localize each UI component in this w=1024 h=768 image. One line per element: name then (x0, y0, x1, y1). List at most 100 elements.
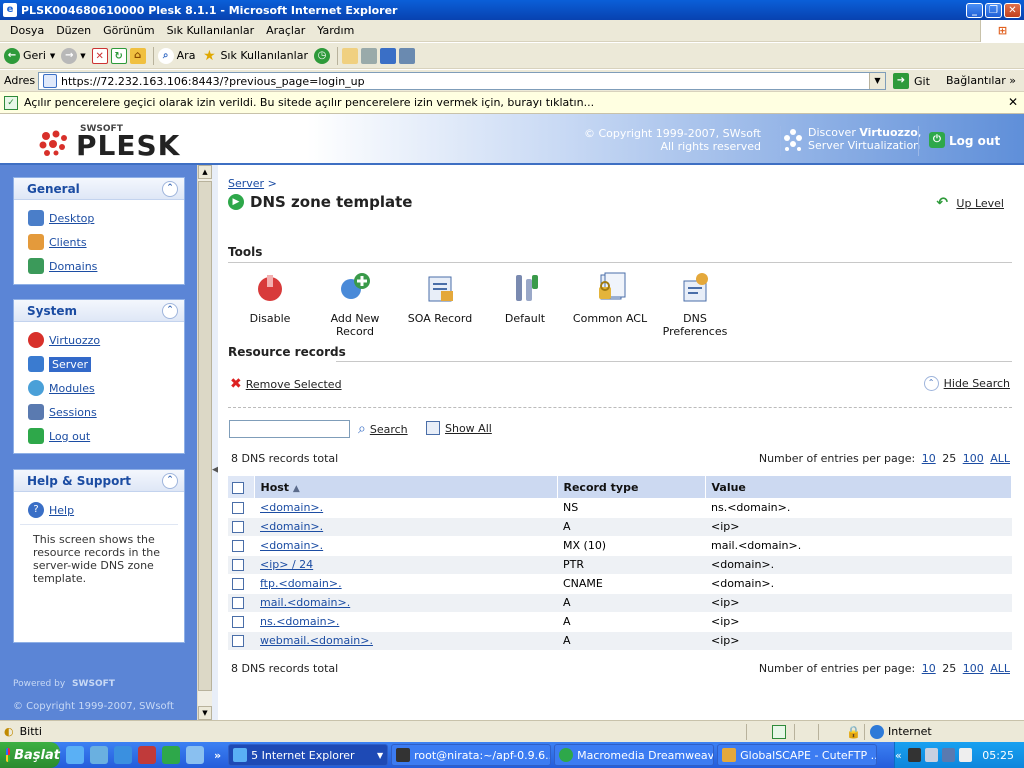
header-logout-button[interactable]: ⏻ Log out (918, 126, 1000, 156)
ql-app-icon[interactable] (90, 746, 108, 764)
tool-default[interactable]: Default (483, 271, 567, 325)
tray-app-icon[interactable] (907, 748, 921, 762)
forward-button[interactable]: → ▼ (61, 47, 86, 64)
address-input[interactable]: https://72.232.163.106:8443/?previous_pa… (38, 72, 886, 90)
history-icon[interactable]: ◷ (313, 47, 330, 64)
per-page-100[interactable]: 100 (963, 452, 984, 465)
sidebar-item-logout[interactable]: Log out (28, 424, 184, 448)
plesk-logo[interactable]: SWSOFT PLESK (38, 124, 180, 160)
ql-app-icon[interactable] (186, 746, 204, 764)
row-checkbox[interactable] (232, 521, 244, 533)
column-value[interactable]: Value (705, 476, 1012, 498)
host-link[interactable]: webmail.<domain>. (260, 634, 373, 647)
tray-app-icon[interactable] (959, 748, 973, 762)
ql-app-icon[interactable] (162, 746, 180, 764)
sidebar-item-label[interactable]: Modules (49, 382, 95, 395)
tool-soa-record[interactable]: SOA Record (398, 271, 482, 325)
refresh-icon[interactable]: ↻ (110, 47, 127, 64)
go-button[interactable]: ➜ Git (893, 73, 930, 89)
breadcrumb-server-link[interactable]: Server (228, 177, 264, 190)
stop-icon[interactable]: ✕ (91, 47, 108, 64)
task-cuteftp[interactable]: GlobalSCAPE - CuteFTP ... (717, 744, 878, 766)
per-page-100[interactable]: 100 (963, 662, 984, 675)
host-link[interactable]: ftp.<domain>. (260, 577, 342, 590)
host-link[interactable]: <ip> / 24 (260, 558, 313, 571)
menu-favorites[interactable]: Sık Kullanılanlar (161, 24, 261, 37)
sidebar-item-label[interactable]: Clients (49, 236, 87, 249)
show-all-label[interactable]: Show All (445, 422, 492, 435)
up-level-label[interactable]: Up Level (956, 197, 1004, 210)
popup-info-bar[interactable]: ✓ Açılır pencerelere geçici olarak izin … (0, 92, 1024, 114)
column-record-type[interactable]: Record type (557, 476, 706, 498)
sidebar-scrollbar[interactable]: ▲ ▼ (197, 165, 212, 720)
select-all-checkbox[interactable] (232, 481, 244, 494)
start-button[interactable]: Başlat (0, 742, 60, 768)
tool-dns-preferences[interactable]: DNS Preferences (653, 271, 737, 338)
forward-dropdown-icon[interactable]: ▼ (80, 52, 85, 60)
ql-app-icon[interactable] (66, 746, 84, 764)
row-checkbox[interactable] (232, 501, 244, 514)
column-host[interactable]: Host ▲ (254, 476, 558, 498)
sidebar-item-virtuozzo[interactable]: Virtuozzo (28, 328, 184, 352)
sidebar-item-sessions[interactable]: Sessions (28, 400, 184, 424)
row-checkbox[interactable] (232, 540, 244, 552)
home-icon[interactable]: ⌂ (129, 47, 146, 64)
sidebar-item-domains[interactable]: Domains (28, 254, 184, 278)
links-button[interactable]: Bağlantılar » (946, 74, 1016, 87)
search-input[interactable] (229, 420, 350, 438)
maximize-button[interactable]: ❐ (985, 2, 1002, 18)
sidebar-item-modules[interactable]: Modules (28, 376, 184, 400)
host-link[interactable]: mail.<domain>. (260, 596, 350, 609)
remove-selected-button[interactable]: ✖ Remove Selected (230, 376, 342, 392)
row-checkbox[interactable] (232, 597, 244, 609)
sidebar-item-clients[interactable]: Clients (28, 230, 184, 254)
per-page-10[interactable]: 10 (922, 452, 936, 465)
hide-search-label[interactable]: Hide Search (944, 377, 1010, 390)
tool-common-acl[interactable]: Common ACL (568, 271, 652, 325)
sidebar-item-label[interactable]: Sessions (49, 406, 97, 419)
sidebar-item-server[interactable]: Server (28, 352, 184, 376)
print-icon[interactable] (360, 47, 377, 64)
menu-help[interactable]: Yardım (311, 24, 360, 37)
row-checkbox[interactable] (232, 616, 244, 628)
per-page-10[interactable]: 10 (922, 662, 936, 675)
task-internet-explorer[interactable]: 5 Internet Explorer ▼ (228, 744, 389, 766)
sidebar-item-label[interactable]: Log out (49, 430, 90, 443)
infobar-close-icon[interactable]: ✕ (1008, 95, 1018, 109)
back-dropdown-icon[interactable]: ▼ (50, 52, 55, 60)
sidebar-item-label[interactable]: Server (49, 356, 92, 372)
remove-selected-label[interactable]: Remove Selected (246, 378, 342, 391)
search-button[interactable]: ⌕ Search (358, 421, 408, 437)
mail-icon[interactable] (341, 47, 358, 64)
scroll-up-icon[interactable]: ▲ (198, 165, 212, 179)
row-checkbox[interactable] (232, 578, 244, 590)
collapse-icon[interactable]: ⌃ (162, 303, 178, 319)
discover-virtuozzo-link[interactable]: Discover Virtuozzo, Server Virtualizatio… (780, 126, 921, 156)
host-link[interactable]: ns.<domain>. (260, 615, 339, 628)
per-page-all[interactable]: ALL (990, 662, 1010, 675)
clock[interactable]: 05:25 (982, 749, 1014, 762)
collapse-icon[interactable]: ⌃ (162, 473, 178, 489)
tray-app-icon[interactable] (942, 748, 956, 762)
edit-icon[interactable] (379, 47, 396, 64)
minimize-button[interactable]: _ (966, 2, 983, 18)
favorites-button[interactable]: ★ Sık Kullanılanlar (201, 47, 308, 64)
quick-launch-more-icon[interactable]: » (214, 749, 221, 762)
task-terminal[interactable]: root@nirata:~/apf-0.9.6... (391, 744, 552, 766)
host-link[interactable]: <domain>. (260, 520, 323, 533)
sidebar-item-desktop[interactable]: Desktop (28, 206, 184, 230)
messenger-icon[interactable] (398, 47, 415, 64)
search-button[interactable]: ⌕ Ara (157, 47, 195, 64)
menu-file[interactable]: Dosya (4, 24, 50, 37)
collapse-icon[interactable]: ⌃ (162, 181, 178, 197)
tool-add-new-record[interactable]: Add New Record (313, 271, 397, 338)
menu-view[interactable]: Görünüm (97, 24, 160, 37)
close-button[interactable]: ✕ (1004, 2, 1021, 18)
task-dreamweaver[interactable]: Macromedia Dreamweav... (554, 744, 715, 766)
menu-tools[interactable]: Araçlar (260, 24, 311, 37)
scroll-down-icon[interactable]: ▼ (198, 706, 212, 720)
sidebar-item-help[interactable]: ? Help (28, 498, 184, 522)
ql-app-icon[interactable] (138, 746, 156, 764)
scroll-thumb[interactable] (198, 181, 212, 691)
host-link[interactable]: <domain>. (260, 501, 323, 514)
